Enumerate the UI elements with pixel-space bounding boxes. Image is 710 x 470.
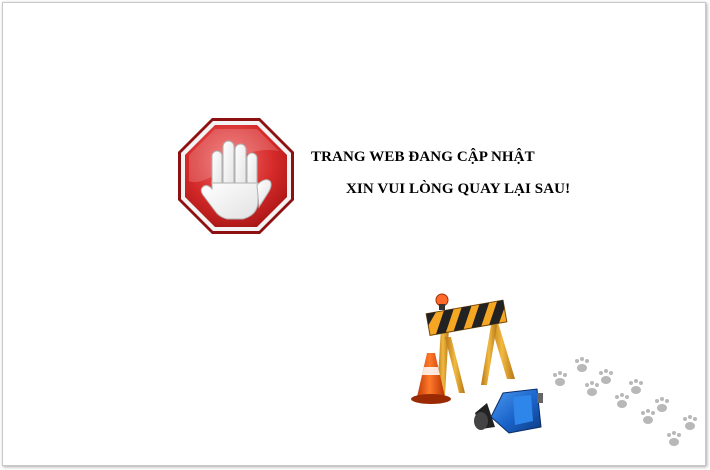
stop-hand-icon	[178, 118, 294, 234]
construction-barrier-icon	[411, 293, 543, 434]
update-message-line1: TRANG WEB ĐANG CẬP NHẬT	[311, 149, 535, 165]
page-frame: TRANG WEB ĐANG CẬP NHẬT XIN VUI LÒNG QUA…	[2, 2, 706, 466]
come-back-later-message: XIN VUI LÒNG QUAY LẠI SAU!	[346, 181, 571, 197]
footprints-icon	[553, 357, 697, 446]
